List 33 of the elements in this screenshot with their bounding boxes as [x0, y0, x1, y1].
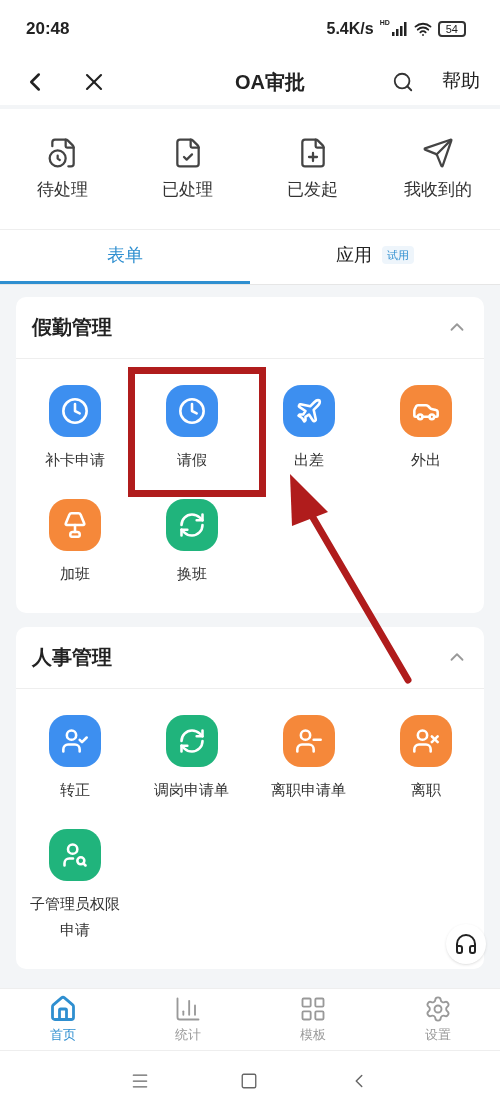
signal-icon	[391, 22, 408, 36]
form-item[interactable]: 转正	[48, 714, 101, 803]
paper-plane-icon	[421, 137, 454, 169]
trial-badge: 试用	[382, 245, 414, 265]
quick-action[interactable]: 已处理	[125, 137, 250, 203]
quick-action[interactable]: 已发起	[250, 137, 375, 203]
form-item[interactable]: 加班	[48, 498, 101, 587]
form-item[interactable]: 出差	[282, 384, 335, 473]
home-icon	[48, 994, 77, 1023]
form-item[interactable]: 换班	[165, 498, 218, 587]
tab[interactable]: 表单	[0, 229, 250, 284]
network-speed: 5.4K/s	[326, 19, 374, 39]
wifi-icon	[413, 20, 432, 38]
section-title: 人事管理	[32, 645, 112, 670]
status-time: 20:48	[26, 18, 70, 41]
nav-item[interactable]: 首页	[0, 989, 125, 1050]
form-item[interactable]: 补卡申请	[44, 384, 105, 473]
form-item[interactable]: 调岗申请单	[154, 714, 229, 803]
form-item[interactable]: 离职	[399, 714, 452, 803]
form-item[interactable]: 离职申请单	[271, 714, 346, 803]
quick-action[interactable]: 待处理	[0, 137, 125, 203]
tab[interactable]: 应用 试用	[250, 229, 500, 284]
help-button[interactable]: 帮助	[442, 67, 480, 96]
form-item[interactable]: 子管理员权限申请	[26, 828, 123, 943]
battery-level: 54	[437, 21, 466, 37]
headset-icon	[454, 932, 478, 956]
home-square-icon[interactable]	[240, 1072, 258, 1090]
form-item[interactable]: 外出	[399, 384, 452, 473]
page-title: OA审批	[234, 69, 306, 95]
search-icon[interactable]	[392, 70, 414, 93]
section-title: 假勤管理	[32, 315, 112, 340]
form-item[interactable]: 请假	[165, 384, 218, 473]
quick-action[interactable]: 我收到的	[375, 137, 500, 203]
